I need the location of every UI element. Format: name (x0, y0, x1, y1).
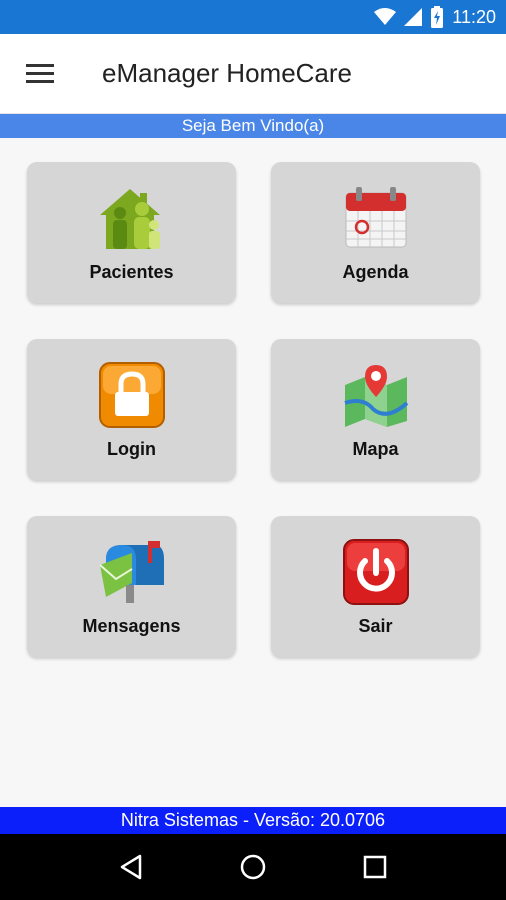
signal-icon (404, 8, 423, 26)
wifi-icon (374, 8, 397, 26)
tile-mensagens[interactable]: Mensagens (27, 516, 236, 657)
app-title: eManager HomeCare (102, 58, 353, 88)
tile-label: Mensagens (82, 616, 181, 636)
recents-icon (363, 855, 387, 879)
hamburger-menu-icon (26, 63, 54, 83)
tile-label: Mapa (352, 439, 399, 459)
menu-grid: Pacientes Agenda Login Mapa Mensagens Sa… (27, 162, 480, 657)
status-time: 11:20 (452, 6, 496, 27)
tile-label: Pacientes (89, 262, 174, 282)
battery-charging-icon (430, 6, 444, 28)
map-pin-icon (340, 361, 412, 429)
home-icon (240, 854, 266, 880)
power-icon (340, 538, 412, 606)
navigation-bar (0, 834, 506, 900)
home-button[interactable] (228, 842, 278, 892)
version-footer: Nitra Sistemas - Versão: 20.0706 (0, 807, 506, 834)
back-button[interactable] (106, 842, 156, 892)
mailbox-icon (96, 538, 168, 606)
back-icon (120, 854, 142, 880)
tile-login[interactable]: Login (27, 339, 236, 480)
status-bar: 11:20 (0, 0, 506, 34)
tile-label: Agenda (342, 262, 409, 282)
menu-button[interactable] (0, 34, 80, 114)
tile-label: Sair (358, 616, 393, 636)
tile-mapa[interactable]: Mapa (271, 339, 480, 480)
tile-label: Login (107, 439, 156, 459)
tile-agenda[interactable]: Agenda (271, 162, 480, 303)
recents-button[interactable] (350, 842, 400, 892)
welcome-banner: Seja Bem Vindo(a) (0, 114, 506, 138)
family-house-icon (96, 184, 168, 252)
tile-sair[interactable]: Sair (271, 516, 480, 657)
padlock-icon (96, 361, 168, 429)
calendar-icon (340, 184, 412, 252)
app-bar: eManager HomeCare (0, 34, 506, 114)
tile-pacientes[interactable]: Pacientes (27, 162, 236, 303)
